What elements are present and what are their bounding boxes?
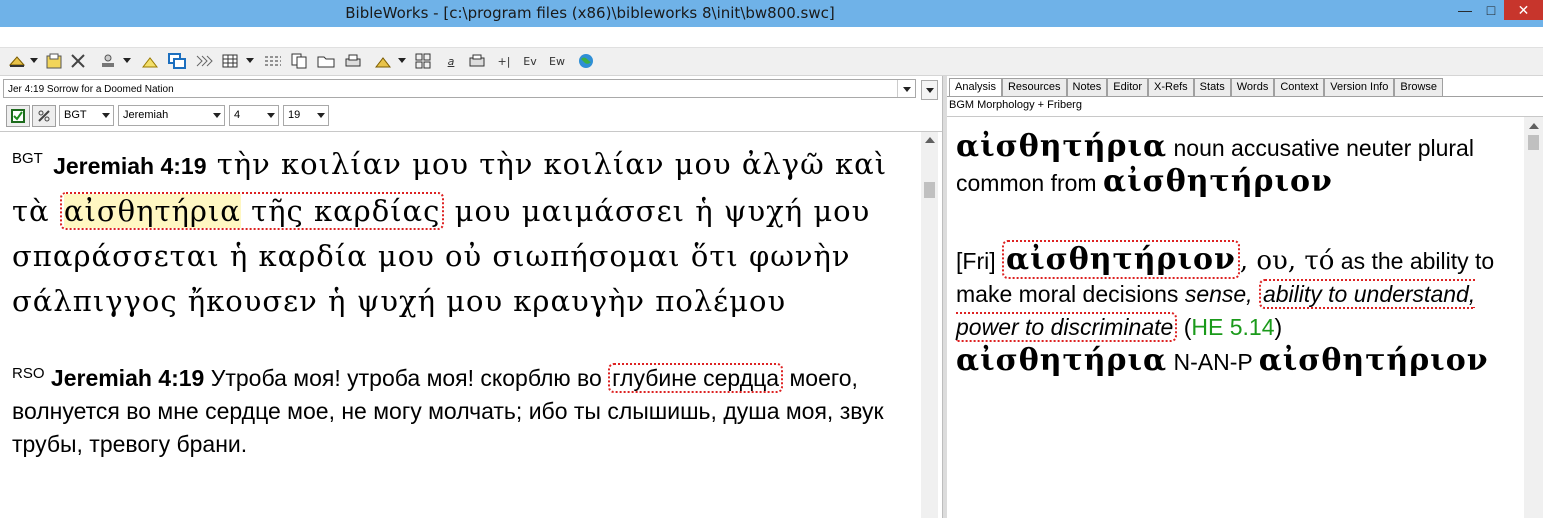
parallel-icon[interactable] xyxy=(193,52,215,70)
lexicon-icon[interactable]: a xyxy=(441,52,461,70)
scroll-thumb[interactable] xyxy=(924,182,935,198)
ew-icon[interactable]: Ew xyxy=(545,52,569,70)
toolbar: a +| Ev Ew xyxy=(0,48,1543,76)
layout-icon[interactable] xyxy=(413,52,433,70)
selected-phrase[interactable]: глубине сердца xyxy=(608,363,784,393)
morph-code: N-AN-P xyxy=(1167,349,1259,375)
lexicon-gloss: sense, xyxy=(1184,281,1259,307)
close-button[interactable]: ✕ xyxy=(1504,0,1543,20)
lexicon-lemma[interactable]: αἰσθητήριον xyxy=(1002,240,1240,279)
selected-phrase[interactable]: αἰσθητήρια τῆς καρδίας xyxy=(59,192,445,230)
parse-entry: αἰσθητήρια noun accusative neuter plural… xyxy=(956,130,1521,200)
pane-menu-button[interactable] xyxy=(921,80,938,100)
paren-open: ( xyxy=(1177,314,1192,340)
tab-analysis[interactable]: Analysis xyxy=(949,78,1002,97)
verse-text-segment[interactable]: Утроба моя! утроба моя! скорблю во xyxy=(204,365,608,391)
stamp-icon[interactable] xyxy=(97,52,119,70)
minimize-button[interactable]: — xyxy=(1452,0,1478,20)
tab-xrefs[interactable]: X-Refs xyxy=(1148,78,1194,97)
window-title: BibleWorks - [c:\program files (x86)\bib… xyxy=(345,4,835,22)
checkbox-icon[interactable] xyxy=(6,105,30,127)
print-icon[interactable] xyxy=(342,52,364,70)
parsed-word: αἰσθητήρια xyxy=(956,129,1168,164)
lemma[interactable]: αἰσθητήριον xyxy=(1103,164,1333,199)
columns-icon[interactable] xyxy=(262,52,284,70)
highlighted-word[interactable]: αἰσθητήρια xyxy=(63,194,241,228)
tab-version-info[interactable]: Version Info xyxy=(1324,78,1395,97)
scroll-thumb[interactable] xyxy=(1528,135,1539,150)
rso-verse: RSO Jeremiah 4:19 Утроба моя! утроба моя… xyxy=(12,362,917,461)
chapter-value: 4 xyxy=(234,109,241,121)
scrollbar[interactable] xyxy=(921,132,938,518)
verse-text: BGT Jeremiah 4:19 τὴν κοιλίαν μου τὴν κο… xyxy=(12,142,917,461)
left-pane: Jer 4:19 Sorrow for a Doomed Nation BGT … xyxy=(0,76,942,518)
copy-icon[interactable] xyxy=(289,52,309,70)
version-tag: RSO xyxy=(12,365,45,382)
ev-icon[interactable]: Ev xyxy=(519,52,541,70)
grid-icon[interactable] xyxy=(220,52,240,70)
divider xyxy=(947,116,1543,117)
morph-entry: αἰσθητήρια N-AN-P αἰσθητήριον xyxy=(956,344,1521,379)
version-tag: BGT xyxy=(12,150,43,167)
stamp2-icon[interactable] xyxy=(372,52,394,70)
tab-divider xyxy=(947,96,1543,97)
highlight-icon[interactable] xyxy=(139,52,161,70)
save-icon[interactable] xyxy=(44,52,64,70)
friberg-entry: [Fri] αἰσθητήριον, ου, τό as the ability… xyxy=(956,240,1521,344)
print2-icon[interactable] xyxy=(467,52,487,70)
verse-selector[interactable]: Jer 4:19 Sorrow for a Doomed Nation xyxy=(3,79,916,98)
link-icon[interactable] xyxy=(32,105,56,127)
right-pane: Analysis Resources Notes Editor X-Refs S… xyxy=(947,76,1543,518)
tab-editor[interactable]: Editor xyxy=(1107,78,1149,97)
analysis-content: αἰσθητήρια noun accusative neuter plural… xyxy=(956,130,1521,379)
version-value: BGT xyxy=(64,109,87,121)
add-icon[interactable]: +| xyxy=(493,52,515,70)
scrollbar[interactable] xyxy=(1524,117,1543,518)
tab-browse[interactable]: Browse xyxy=(1394,78,1444,97)
divider xyxy=(0,131,942,132)
bgt-verse: BGT Jeremiah 4:19 τὴν κοιλίαν μου τὴν κο… xyxy=(12,142,917,324)
morph-lemma[interactable]: αἰσθητήριον xyxy=(1259,343,1489,378)
tab-context[interactable]: Context xyxy=(1274,78,1325,97)
analysis-source: BGM Morphology + Friberg xyxy=(949,99,1082,111)
analysis-tabs: Analysis Resources Notes Editor X-Refs S… xyxy=(949,78,1444,97)
lexicon-forms: , ου, τό xyxy=(1239,246,1335,276)
verse-select[interactable]: 19 xyxy=(283,105,329,126)
tab-notes[interactable]: Notes xyxy=(1066,78,1108,97)
scroll-up-icon[interactable] xyxy=(925,137,935,143)
chevron-down-icon xyxy=(97,106,113,125)
tab-resources[interactable]: Resources xyxy=(1001,78,1067,97)
tab-stats[interactable]: Stats xyxy=(1193,78,1231,97)
book-value: Jeremiah xyxy=(123,109,169,121)
chevron-down-icon xyxy=(312,106,328,125)
verse-reference[interactable]: Jeremiah 4:19 xyxy=(53,153,206,179)
folder-icon[interactable] xyxy=(315,52,337,70)
search-icon[interactable] xyxy=(6,52,28,70)
paren-close: ) xyxy=(1274,314,1283,340)
globe-icon[interactable] xyxy=(576,52,596,70)
version-select[interactable]: BGT xyxy=(59,105,114,126)
phrase-rest[interactable]: τῆς καρδίας xyxy=(241,194,441,228)
book-select[interactable]: Jeremiah xyxy=(118,105,225,126)
lexicon-tag: [Fri] xyxy=(956,248,996,274)
chevron-down-icon xyxy=(208,106,224,125)
tools-icon[interactable] xyxy=(68,52,88,70)
chevron-down-icon xyxy=(262,106,278,125)
scroll-up-icon[interactable] xyxy=(1529,123,1539,129)
chapter-select[interactable]: 4 xyxy=(229,105,279,126)
tab-words[interactable]: Words xyxy=(1230,78,1275,97)
menu-bar xyxy=(0,27,1543,48)
scripture-link[interactable]: HE 5.14 xyxy=(1191,314,1274,340)
maximize-button[interactable]: □ xyxy=(1478,0,1504,20)
title-bar: BibleWorks - [c:\program files (x86)\bib… xyxy=(0,0,1543,27)
windows-icon[interactable] xyxy=(166,52,188,70)
verse-reference[interactable]: Jeremiah 4:19 xyxy=(51,365,204,391)
morph-word: αἰσθητήρια xyxy=(956,343,1168,378)
verse-value: 19 xyxy=(288,109,301,121)
